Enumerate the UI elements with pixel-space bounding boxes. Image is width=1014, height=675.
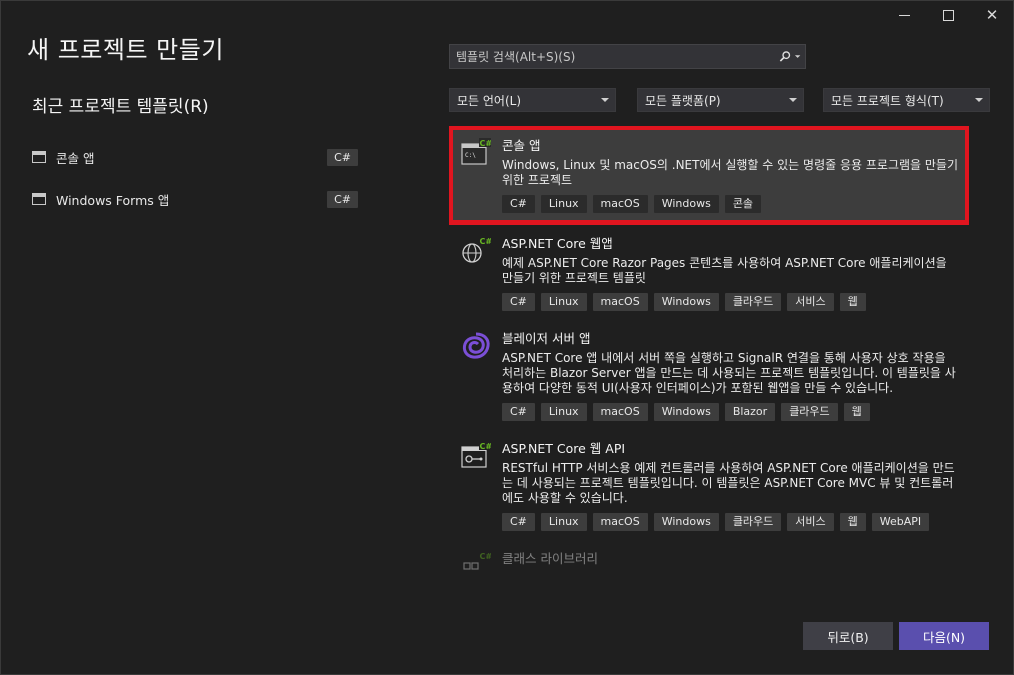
tag: 서비스 (787, 513, 834, 531)
platform-filter-value: 모든 플랫폼(P) (645, 93, 721, 108)
maximize-icon (942, 9, 954, 21)
tag: Linux (540, 403, 587, 421)
tag: Windows (653, 403, 719, 421)
recent-item-console-app[interactable]: 콘솔 앱 C# (32, 146, 358, 168)
tag: macOS (592, 195, 648, 213)
recent-item-windows-forms[interactable]: Windows Forms 앱 C# (32, 188, 358, 210)
template-search-input[interactable]: 템플릿 검색(Alt+S)(S) (449, 44, 806, 69)
tag: Linux (540, 195, 587, 213)
template-name: 블레이저 서버 앱 (502, 331, 591, 346)
class-library-icon: C# (463, 551, 492, 570)
template-tags: C# Linux macOS Windows 클라우드 서비스 웹 (502, 293, 959, 311)
project-type-filter-dropdown[interactable]: 모든 프로젝트 형식(T) (823, 88, 990, 112)
language-filter-dropdown[interactable]: 모든 언어(L) (449, 88, 616, 112)
chevron-down-icon (601, 96, 615, 105)
tag: 클라우드 (724, 293, 782, 311)
template-name: 콘솔 앱 (502, 138, 541, 153)
tag: 콘솔 (724, 195, 762, 213)
template-item-console-app[interactable]: C:\ C# 콘솔 앱 Windows, Linux 및 macOS의 .NET… (449, 126, 969, 225)
recent-item-label: 콘솔 앱 (56, 150, 95, 166)
svg-text:C#: C# (480, 237, 492, 246)
template-item-aspnet-core-web-api[interactable]: C# ASP.NET Core 웹 API RESTful HTTP 서비스용 … (449, 429, 969, 539)
back-button[interactable]: 뒤로(B) (803, 622, 893, 650)
search-icon[interactable] (779, 50, 805, 63)
template-tags: C# Linux macOS Windows 클라우드 서비스 웹 WebAPI (502, 513, 959, 531)
tag: WebAPI (871, 513, 930, 531)
minimize-button[interactable] (882, 0, 926, 30)
tag: 클라우드 (724, 513, 782, 531)
tag: C# (502, 293, 535, 311)
template-name: ASP.NET Core 웹앱 (502, 236, 613, 251)
recent-item-label: Windows Forms 앱 (56, 192, 170, 208)
tag: C# (502, 195, 535, 213)
template-name: ASP.NET Core 웹 API (502, 441, 626, 456)
template-item-blazor-server-app[interactable]: 블레이저 서버 앱 ASP.NET Core 앱 내에서 서버 쪽을 실행하고 … (449, 319, 969, 429)
windows-forms-icon (32, 193, 46, 205)
tag: Linux (540, 513, 587, 531)
platform-filter-dropdown[interactable]: 모든 플랫폼(P) (637, 88, 804, 112)
tag: 웹 (839, 293, 866, 311)
close-button[interactable]: ✕ (970, 0, 1014, 30)
window-controls: ✕ (882, 0, 1014, 30)
template-name: 클래스 라이브러리 (502, 551, 598, 566)
svg-text:C#: C# (480, 139, 492, 148)
globe-web-icon: C# (462, 236, 492, 263)
tag: C# (502, 513, 535, 531)
blazor-icon (462, 332, 490, 359)
console-app-icon: C:\ C# (461, 138, 492, 165)
template-tags: C# Linux macOS Windows 콘솔 (502, 195, 959, 213)
tag: Linux (540, 293, 587, 311)
language-filter-value: 모든 언어(L) (457, 93, 522, 108)
tag: macOS (592, 403, 648, 421)
tag: Windows (653, 293, 719, 311)
chevron-down-icon (975, 96, 989, 105)
chevron-down-icon (789, 96, 803, 105)
web-api-icon: C# (461, 441, 492, 468)
template-tags: C# Linux macOS Windows Blazor 클라우드 웹 (502, 403, 959, 421)
recent-templates-list: 콘솔 앱 C# Windows Forms 앱 C# (32, 146, 358, 230)
template-item-aspnet-core-webapp[interactable]: C# ASP.NET Core 웹앱 예제 ASP.NET Core Razor… (449, 224, 969, 319)
tag: Windows (653, 195, 719, 213)
language-badge: C# (327, 190, 358, 208)
template-description: 예제 ASP.NET Core Razor Pages 콘텐츠를 사용하여 AS… (502, 256, 947, 285)
maximize-button[interactable] (926, 0, 970, 30)
template-description: ASP.NET Core 앱 내에서 서버 쪽을 실행하고 SignalR 연결… (502, 351, 956, 395)
template-item-class-library[interactable]: C# 클래스 라이브러리 (449, 539, 969, 579)
template-description: Windows, Linux 및 macOS의 .NET에서 실행할 수 있는 … (502, 158, 959, 187)
project-type-filter-value: 모든 프로젝트 형식(T) (831, 93, 944, 108)
tag: 웹 (843, 403, 870, 421)
minimize-icon (898, 14, 910, 16)
dialog-title: 새 프로젝트 만들기 (27, 36, 224, 64)
tag: Blazor (724, 403, 776, 421)
tag: 웹 (839, 513, 866, 531)
tag: macOS (592, 293, 648, 311)
tag: 서비스 (787, 293, 834, 311)
tag: 클라우드 (781, 403, 838, 421)
console-app-icon (32, 151, 46, 163)
svg-text:C#: C# (480, 552, 492, 561)
next-button[interactable]: 다음(N) (899, 622, 989, 650)
language-badge: C# (327, 148, 358, 166)
tag: Windows (653, 513, 719, 531)
template-list[interactable]: C:\ C# 콘솔 앱 Windows, Linux 및 macOS의 .NET… (449, 126, 969, 588)
search-placeholder: 템플릿 검색(Alt+S)(S) (456, 50, 576, 64)
svg-text:C#: C# (480, 442, 492, 451)
tag: C# (502, 403, 535, 421)
template-description: RESTful HTTP 서비스용 예제 컨트롤러를 사용하여 ASP.NET … (502, 461, 955, 505)
svg-text:C:\: C:\ (465, 152, 476, 159)
tag: macOS (592, 513, 648, 531)
recent-templates-heading: 최근 프로젝트 템플릿(R) (32, 97, 209, 117)
